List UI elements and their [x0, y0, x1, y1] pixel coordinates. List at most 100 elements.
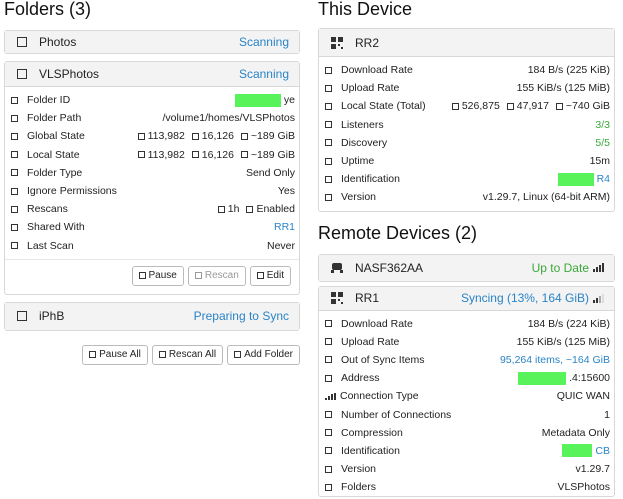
folder-title: VLSPhotos — [39, 67, 100, 81]
upload-icon — [325, 338, 332, 346]
folder-panel-iphb[interactable]: iPhB Preparing to Sync — [4, 301, 300, 331]
pause-button[interactable]: Pause — [131, 265, 184, 286]
device-name: RR1 — [355, 291, 380, 305]
folder-header[interactable]: VLSPhotos Scanning — [5, 62, 299, 87]
folder-type-icon — [11, 169, 18, 177]
device-name: NASF362AA — [355, 260, 424, 275]
listener-icon — [325, 121, 332, 129]
id-icon — [11, 96, 18, 104]
folders-column: Folders (3) Photos Scanning VLSPhotos Sc… — [4, 0, 300, 365]
refresh-icon — [11, 205, 18, 213]
folder-icon — [191, 151, 199, 159]
row-download-rate: Download Rate 184 B/s (224 KiB) — [325, 315, 610, 333]
folder-status: Preparing to Sync — [193, 309, 289, 324]
this-device-panel: RR2 Download Rate 184 B/s (225 KiB) Uplo… — [318, 28, 615, 212]
device-name: RR2 — [355, 35, 380, 50]
connection-bars-icon — [593, 263, 604, 272]
calendar-icon — [11, 242, 18, 250]
refresh-icon — [194, 272, 202, 280]
tag-icon — [325, 465, 332, 473]
row-uptime: Uptime 15m — [325, 152, 610, 170]
home-icon — [11, 151, 18, 159]
redaction — [557, 172, 594, 186]
device-header[interactable]: RR2 — [319, 29, 614, 57]
connection-bars-icon — [593, 293, 604, 303]
row-folder-id: Folder ID ye — [11, 91, 295, 109]
download-icon — [325, 66, 332, 74]
device-header[interactable]: RR1 Syncing (13%, 164 GiB) — [319, 286, 614, 311]
identification-link[interactable]: CB — [562, 444, 610, 458]
pause-all-button[interactable]: Pause All — [82, 344, 148, 365]
folder-panel-photos[interactable]: Photos Scanning — [4, 30, 300, 54]
file-icon — [137, 132, 145, 140]
disk-icon — [555, 102, 563, 110]
disk-icon — [240, 132, 248, 140]
row-compression: Compression Metadata Only — [325, 424, 610, 442]
link-icon — [325, 374, 332, 382]
out-of-sync-link[interactable]: 95,264 items, ~164 GiB — [500, 354, 610, 366]
rescan-all-button[interactable]: Rescan All — [151, 344, 224, 365]
edit-button[interactable]: Edit — [249, 265, 291, 286]
row-rescans: Rescans 1h Enabled — [11, 200, 295, 218]
row-address: Address .4:15600 — [325, 369, 610, 387]
download-icon — [325, 320, 332, 328]
out-of-sync-icon — [325, 356, 332, 364]
discovery-icon — [325, 139, 332, 147]
row-download-rate: Download Rate 184 B/s (225 KiB) — [325, 61, 610, 79]
devices-column: This Device RR2 Download Rate 184 B/s (2… — [318, 0, 615, 498]
add-folder-button[interactable]: Add Folder — [227, 344, 300, 365]
plus-icon — [234, 351, 242, 359]
rescan-button[interactable]: Rescan — [187, 265, 246, 286]
folder-icon — [11, 114, 18, 122]
row-global-state: Global State 113,982 16,126 ~189 GiB — [11, 127, 295, 145]
row-identification: Identification R4 — [325, 170, 610, 188]
tag-icon — [325, 193, 332, 201]
clock-icon — [217, 205, 225, 213]
folders-heading: Folders (3) — [4, 0, 92, 19]
pause-icon — [89, 351, 97, 359]
remote-device-rr1: RR1 Syncing (13%, 164 GiB) Download Rate… — [318, 285, 615, 498]
globe-icon — [11, 132, 18, 140]
row-identification: Identification CB — [325, 442, 610, 460]
device-status: Up to Date — [531, 260, 589, 275]
compress-icon — [325, 429, 332, 437]
folder-icon — [17, 69, 27, 79]
refresh-icon — [158, 351, 166, 359]
id-icon — [325, 447, 332, 455]
connections-icon — [325, 411, 332, 419]
row-version: Version v1.29.7, Linux (64-bit ARM) — [325, 188, 610, 206]
row-listeners: Listeners 3/3 — [325, 116, 610, 134]
folder-icon — [506, 102, 514, 110]
row-number-of-connections: Number of Connections 1 — [325, 405, 610, 423]
remote-device-nasf362aa[interactable]: NASF362AA Up to Date — [318, 253, 615, 282]
signal-icon — [325, 392, 336, 400]
home-icon — [325, 102, 332, 110]
folder-status: Scanning — [238, 35, 289, 49]
row-upload-rate: Upload Rate 155 KiB/s (125 MiB) — [325, 79, 610, 97]
row-ignore-permissions: Ignore Permissions Yes — [11, 182, 295, 200]
this-device-heading: This Device — [318, 0, 413, 19]
id-icon — [325, 175, 332, 183]
clock-icon — [325, 157, 332, 165]
discovery-link[interactable]: 5/5 — [595, 137, 610, 149]
folder-panel-vlsphotos: VLSPhotos Scanning Folder ID ye Folder P… — [4, 61, 300, 295]
identification-link[interactable]: R4 — [557, 172, 610, 186]
row-connection-type: Connection Type QUIC WAN — [325, 387, 610, 405]
redaction — [234, 93, 281, 107]
disk-icon — [240, 151, 248, 159]
folder-icon — [191, 132, 199, 140]
row-shared-with: Shared With RR1 — [11, 218, 295, 236]
upload-icon — [325, 84, 332, 92]
qr-code-icon — [331, 292, 343, 304]
eye-icon — [246, 205, 254, 213]
row-folders: Folders VLSPhotos — [325, 478, 610, 496]
shared-device-link[interactable]: RR1 — [274, 221, 295, 233]
row-folder-type: Folder Type Send Only — [11, 164, 295, 182]
row-discovery: Discovery 5/5 — [325, 134, 610, 152]
qr-code-icon — [331, 36, 343, 49]
folder-status: Scanning — [238, 67, 289, 81]
listeners-link[interactable]: 3/3 — [595, 119, 610, 131]
file-icon — [451, 102, 459, 110]
row-local-state: Local State 113,982 16,126 ~189 GiB — [11, 146, 295, 164]
permissions-icon — [11, 187, 18, 195]
